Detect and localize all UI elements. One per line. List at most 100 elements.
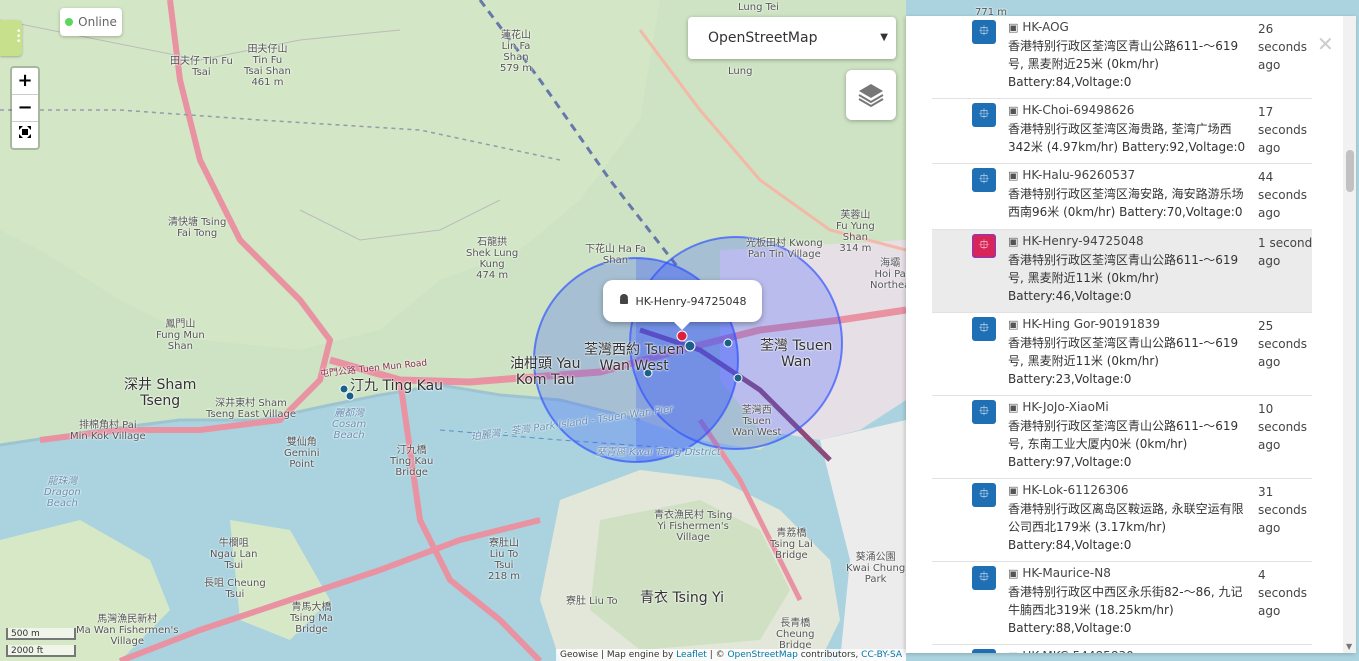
android-icon: ▣ xyxy=(1008,318,1019,331)
device-name: ▣ HK-Hing Gor-90191839 xyxy=(1008,315,1248,334)
last-seen-time: 1 second ago xyxy=(1258,236,1313,268)
map-label-hoi-pa: 海壩 Hoi Pa Northea xyxy=(870,258,911,291)
sidebar-toggle-handle[interactable]: • • • xyxy=(0,20,22,56)
last-seen-time: 44 seconds ago xyxy=(1258,170,1308,220)
map-label-liu-to: 寮肚 Liu To xyxy=(566,596,618,607)
device-address: 香港特别行政区荃湾区海安路, 海安路游乐场西南96米 (0km/hr) Batt… xyxy=(1008,187,1244,219)
map-label-dragon-beach: 龍珠灣 Dragon Beach xyxy=(44,476,81,509)
device-name-text: HK-Hing Gor-90191839 xyxy=(1022,317,1160,331)
device-list-item[interactable]: ⯐ ▣ HK-Halu-96260537 香港特别行政区荃湾区海安路, 海安路游乐场西… xyxy=(932,164,1312,230)
layers-button[interactable] xyxy=(846,70,896,120)
map-label-fu-yung-shan: 芙蓉山 Fu Yung Shan 314 m xyxy=(836,210,875,254)
device-list-item[interactable]: ⯐ ▣ HK-Lok-61126306 香港特别行政区离岛区鞍运路, 永联空运有限公司… xyxy=(932,479,1312,562)
locate-device-icon[interactable]: ⯐ xyxy=(972,168,996,192)
device-name-text: HK-Henry-94725048 xyxy=(1022,234,1144,248)
device-info: ▣ HK-Choi-69498626 香港特别行政区荃湾区海贵路, 荃湾广场西342… xyxy=(1008,101,1248,156)
map-label-kwong-pan-tin: 光板田村 Kwong Pan Tin Village xyxy=(746,238,823,260)
last-seen-time: 31 seconds ago xyxy=(1258,485,1308,535)
locate-device-icon[interactable]: ⯐ xyxy=(972,234,996,258)
close-panel-icon[interactable]: ✕ xyxy=(1317,32,1334,56)
device-battery: Battery:46,Voltage:0 xyxy=(1008,289,1132,303)
map-label-gemini-point: 雙仙角 Gemini Point xyxy=(284,437,320,470)
fit-bounds-button[interactable] xyxy=(12,122,38,148)
locate-device-icon[interactable]: ⯐ xyxy=(972,649,996,653)
osm-link[interactable]: OpenStreetMap xyxy=(727,650,797,660)
zoom-in-button[interactable]: + xyxy=(12,68,38,95)
device-battery: Battery:84,Voltage:0 xyxy=(1008,538,1132,552)
map-label-ting-kau-bridge: 汀九橋 Ting Kau Bridge xyxy=(390,445,434,478)
device-address: 香港特别行政区荃湾区海贵路, 荃湾广场西342米 (4.97km/hr) Bat… xyxy=(1008,122,1246,154)
device-battery: Battery:84,Voltage:0 xyxy=(1008,75,1132,89)
device-list-item[interactable]: ⯐ ▣ HK-JoJo-XiaoMi 香港特别行政区荃湾区青山公路611-～619号,… xyxy=(932,396,1312,479)
device-list-item[interactable]: ⯐ ▣ HK-Choi-69498626 香港特别行政区荃湾区海贵路, 荃湾广场西34… xyxy=(932,99,1312,164)
attribution-prefix: Geowise | Map engine by xyxy=(560,650,677,660)
basemap-selected-label: OpenStreetMap xyxy=(708,30,818,46)
last-seen-time: 10 seconds ago xyxy=(1258,402,1308,452)
device-name-text: HK-Maurice-N8 xyxy=(1022,566,1111,580)
locate-device-icon[interactable]: ⯐ xyxy=(972,483,996,507)
device-popup[interactable]: HK-Henry-94725048 xyxy=(603,280,762,330)
basemap-select[interactable]: OpenStreetMap ▼ xyxy=(688,17,896,59)
device-info: ▣ HK-Lok-61126306 香港特别行政区离岛区鞍运路, 永联空运有限公司西… xyxy=(1008,481,1248,554)
map-label-shek-lung-kung: 石龍拱 Shek Lung Kung 474 m xyxy=(466,237,519,281)
last-seen-time: 25 seconds ago xyxy=(1258,319,1308,369)
android-icon: ▣ xyxy=(1008,169,1019,182)
map-attribution: Geowise | Map engine by Leaflet | © Open… xyxy=(556,649,907,661)
device-list-item[interactable]: ⯐ ▣ HK-Hing Gor-90191839 香港特别行政区荃湾区青山公路611-… xyxy=(932,313,1312,396)
locate-device-icon[interactable]: ⯐ xyxy=(972,566,996,590)
device-list: ⯐ ▣ HK-AOG 香港特别行政区荃湾区青山公路611-～619号, 黑麦附近25米… xyxy=(932,16,1312,653)
map-label-tin-fu-tsai: 田夫仔 Tin Fu Tsai xyxy=(170,56,233,78)
locate-device-icon[interactable]: ⯐ xyxy=(972,400,996,424)
device-address: 香港特别行政区离岛区鞍运路, 永联空运有限公司西北179米 (3.17km/hr… xyxy=(1008,502,1244,534)
device-info: ▣ HK-JoJo-XiaoMi 香港特别行政区荃湾区青山公路611-～619号, … xyxy=(1008,398,1248,471)
locate-device-icon[interactable]: ⯐ xyxy=(972,20,996,44)
popup-device-name: HK-Henry-94725048 xyxy=(635,294,747,308)
device-battery: Battery:97,Voltage:0 xyxy=(1008,455,1132,469)
device-list-item[interactable]: ⯐ ▣ HK-Maurice-N8 香港特别行政区中西区永乐街82-～86, 九记牛腩… xyxy=(932,562,1312,645)
device-info: ▣ HK-Maurice-N8 香港特别行政区中西区永乐街82-～86, 九记牛腩西… xyxy=(1008,564,1248,637)
map-label-tsing-ma-bridge: 青馬大橋 Tsing Ma Bridge xyxy=(290,602,334,635)
device-info: ▣ HK-Halu-96260537 香港特别行政区荃湾区海安路, 海安路游乐场西南… xyxy=(1008,166,1248,221)
scale-imperial: 2000 ft xyxy=(6,645,76,657)
license-link[interactable]: CC-BY-SA xyxy=(861,650,902,660)
device-name: ▣ HK-Maurice-N8 xyxy=(1008,564,1248,583)
attribution-contrib: contributors, xyxy=(797,650,862,660)
map-label-sham-tseng-east: 深井東村 Sham Tseng East Village xyxy=(206,398,297,420)
device-battery: Battery:88,Voltage:0 xyxy=(1008,621,1132,635)
device-address: 香港特别行政区荃湾区青山公路611-～619号, 黑麦附近25米 (0km/hr… xyxy=(1008,39,1239,71)
device-list-item[interactable]: ⯐ ▣ HK-MKC-54485830 xyxy=(932,645,1312,653)
last-seen-time: 26 seconds ago xyxy=(1258,22,1308,72)
android-icon: ▣ xyxy=(1008,104,1019,117)
map-label-fung-mun-shan: 鳳門山 Fung Mun Shan xyxy=(156,319,205,352)
android-icon: ▣ xyxy=(1008,21,1019,34)
locate-device-icon[interactable]: ⯐ xyxy=(972,317,996,341)
scrollbar-thumb[interactable] xyxy=(1346,150,1354,192)
android-icon xyxy=(618,293,630,309)
device-list-item[interactable]: ⯐ ▣ HK-Henry-94725048 香港特别行政区荃湾区青山公路611-～61… xyxy=(932,230,1312,313)
scroll-down-icon[interactable]: ▼ xyxy=(1346,642,1352,651)
map-label-ngau-lan-tsui: 牛欄咀 Ngau Lan Tsui xyxy=(210,538,258,571)
leaflet-link[interactable]: Leaflet xyxy=(676,650,707,660)
map-label-liu-to-tsui: 寮肚山 Liu To Tsui 218 m xyxy=(488,538,521,582)
device-name: ▣ HK-Henry-94725048 xyxy=(1008,232,1248,251)
map-label-ha-fa-shan: 下花山 Ha Fa Shan xyxy=(585,244,646,266)
zoom-out-button[interactable]: − xyxy=(12,95,38,122)
layers-icon xyxy=(858,84,884,108)
connection-status-badge: Online xyxy=(60,8,122,36)
connection-status-label: Online xyxy=(78,15,117,29)
locate-device-icon[interactable]: ⯐ xyxy=(972,103,996,127)
panel-scrollbar[interactable]: ▼ xyxy=(1343,16,1356,653)
last-seen-time: 4 seconds ago xyxy=(1258,568,1308,618)
device-list-item[interactable]: ⯐ ▣ HK-AOG 香港特别行政区荃湾区青山公路611-～619号, 黑麦附近25米… xyxy=(932,16,1312,99)
fit-bounds-icon xyxy=(19,126,31,138)
chevron-down-icon: ▼ xyxy=(880,32,888,43)
map-label-pai-min-kok: 排棉角村 Pai Min Kok Village xyxy=(70,420,146,442)
map-label-sham-tseng: 深井 Sham Tseng xyxy=(124,377,197,409)
map-label-tin-fu-tsai-shan: 田夫仔山 Tin Fu Tsai Shan 461 m xyxy=(244,44,291,88)
device-name: ▣ HK-Halu-96260537 xyxy=(1008,166,1248,185)
device-name-text: HK-Choi-69498626 xyxy=(1022,103,1135,117)
device-info: ▣ HK-Henry-94725048 香港特别行政区荃湾区青山公路611-～619… xyxy=(1008,232,1248,305)
device-name: ▣ HK-JoJo-XiaoMi xyxy=(1008,398,1248,417)
map-label-tsing-yi: 青衣 Tsing Yi xyxy=(640,590,725,606)
device-address: 香港特别行政区中西区永乐街82-～86, 九记牛腩西北319米 (18.25km… xyxy=(1008,585,1243,617)
